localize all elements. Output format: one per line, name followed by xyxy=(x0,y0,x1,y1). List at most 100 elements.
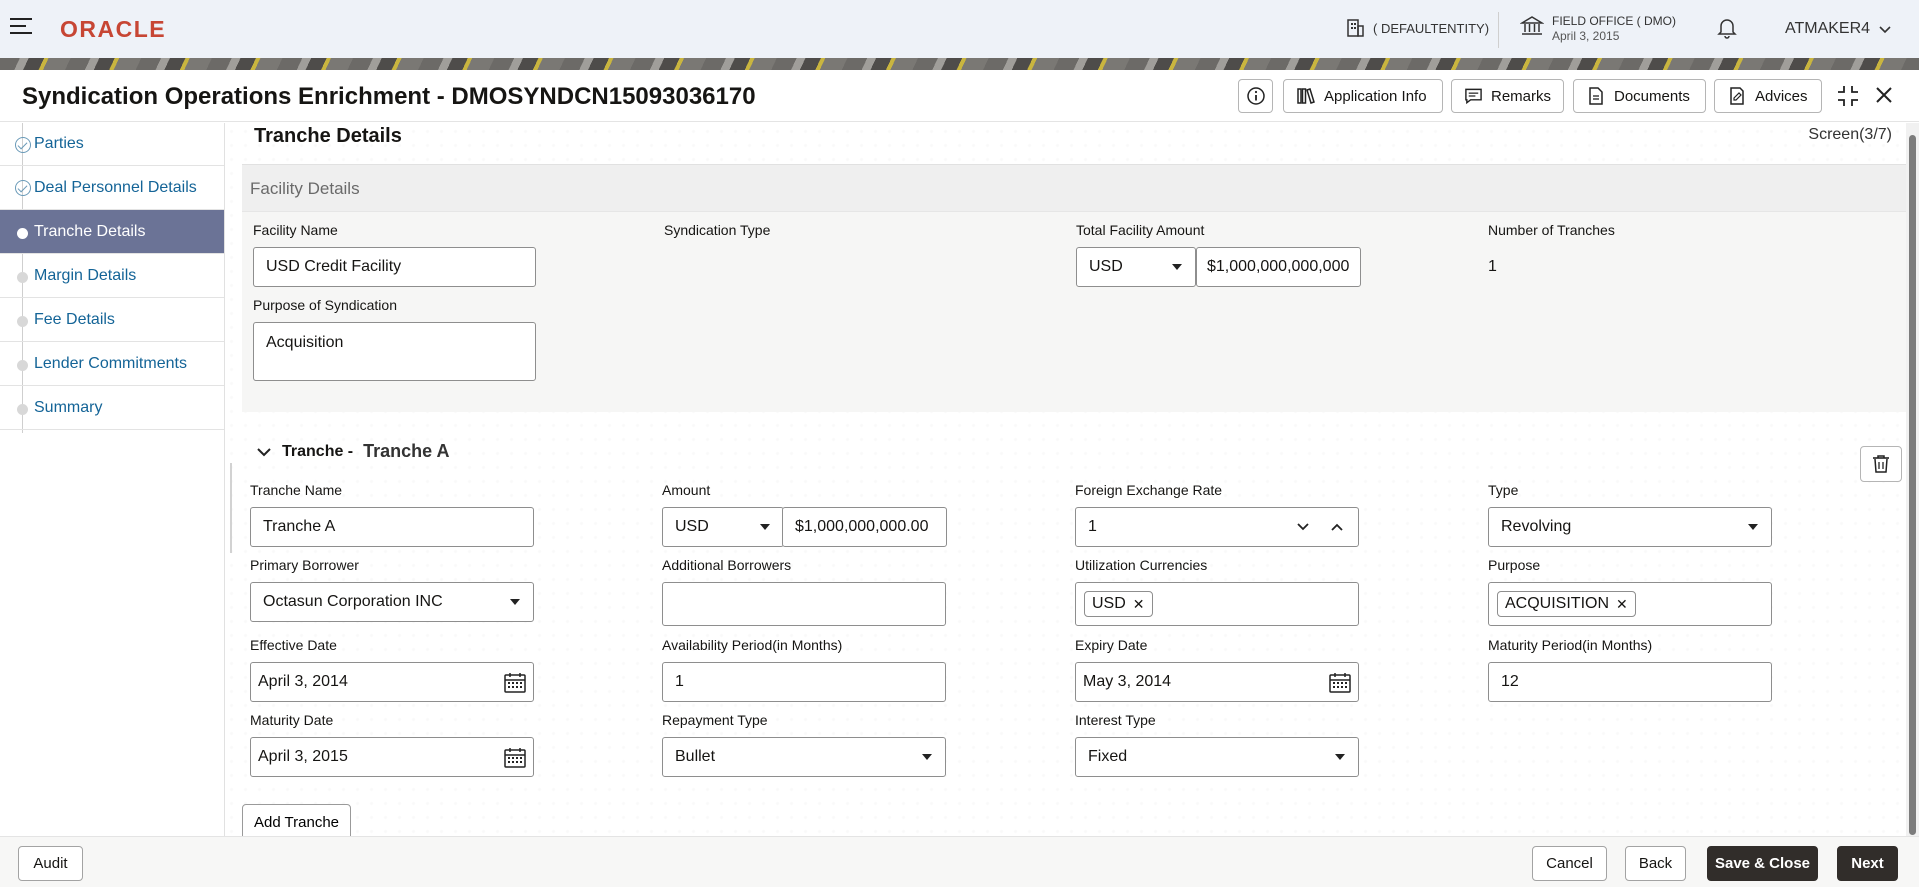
calendar-icon[interactable] xyxy=(1328,672,1352,694)
utilization-currencies-field[interactable]: USD ✕ xyxy=(1075,582,1359,626)
purpose-of-syndication-value: Acquisition xyxy=(266,334,344,351)
additional-borrowers-label: Additional Borrowers xyxy=(662,557,792,573)
save-close-button[interactable]: Save & Close xyxy=(1707,846,1818,881)
maturity-date-field[interactable]: April 3, 2015 xyxy=(250,737,534,777)
comment-icon xyxy=(1465,88,1482,105)
step-lender-commitments[interactable]: Lender Commitments xyxy=(0,342,224,386)
type-select[interactable]: Revolving xyxy=(1488,507,1772,547)
step-dot-icon xyxy=(17,316,28,327)
dropdown-arrow-icon xyxy=(1172,264,1182,270)
info-button[interactable] xyxy=(1238,79,1273,113)
tranche-header[interactable]: Tranche - Tranche A xyxy=(256,441,450,462)
dropdown-arrow-icon xyxy=(922,754,932,760)
availability-period-label: Availability Period(in Months) xyxy=(662,637,843,653)
purpose-of-syndication-field[interactable]: Acquisition xyxy=(253,322,536,381)
step-dot-icon xyxy=(17,360,28,371)
step-label: Deal Personnel Details xyxy=(34,178,197,196)
delete-icon xyxy=(1873,455,1889,473)
step-deal-personnel-details[interactable]: Deal Personnel Details xyxy=(0,166,224,210)
user-menu[interactable]: ATMAKER4 xyxy=(1785,20,1870,38)
step-parties[interactable]: Parties xyxy=(0,123,224,166)
advices-button[interactable]: Advices xyxy=(1714,79,1822,113)
amount-value: $1,000,000,000.00 xyxy=(795,518,929,535)
currency-chip: USD ✕ xyxy=(1084,591,1153,617)
primary-borrower-label: Primary Borrower xyxy=(250,557,359,573)
fx-rate-label: Foreign Exchange Rate xyxy=(1075,482,1223,498)
purpose-field[interactable]: ACQUISITION ✕ xyxy=(1488,582,1772,626)
title-bar: Syndication Operations Enrichment - DMOS… xyxy=(0,70,1919,122)
branch-selector[interactable]: FIELD OFFICE ( DMO) April 3, 2015 xyxy=(1520,14,1676,43)
repayment-type-select[interactable]: Bullet xyxy=(662,737,946,777)
step-tranche-details[interactable]: Tranche Details xyxy=(0,210,224,254)
step-margin-details[interactable]: Margin Details xyxy=(0,254,224,298)
repayment-type-label: Repayment Type xyxy=(662,712,768,728)
step-label: Fee Details xyxy=(34,310,115,328)
tranche-name-field[interactable]: Tranche A xyxy=(250,507,534,547)
fx-rate-field[interactable]: 1 xyxy=(1075,507,1359,547)
facility-name-field[interactable]: USD Credit Facility xyxy=(253,247,536,287)
tranche-heading-label: Tranche - xyxy=(282,442,354,460)
chevron-down-icon[interactable] xyxy=(1878,22,1892,39)
effective-date-field[interactable]: April 3, 2014 xyxy=(250,662,534,702)
section-title: Tranche Details xyxy=(254,125,402,147)
scrollbar-thumb[interactable] xyxy=(1909,135,1916,835)
maturity-period-field[interactable]: 12 xyxy=(1488,662,1772,702)
maturity-date-value: April 3, 2015 xyxy=(258,748,348,765)
notification-bell-icon[interactable] xyxy=(1717,17,1737,43)
documents-label: Documents xyxy=(1614,87,1690,105)
audit-button[interactable]: Audit xyxy=(18,846,83,881)
additional-borrowers-field[interactable] xyxy=(662,582,946,626)
add-tranche-button[interactable]: Add Tranche xyxy=(242,804,351,836)
hamburger-menu-icon[interactable] xyxy=(10,18,32,40)
document-icon xyxy=(1589,87,1603,105)
back-button[interactable]: Back xyxy=(1625,846,1686,881)
fx-rate-value: 1 xyxy=(1088,518,1097,535)
dropdown-arrow-icon xyxy=(760,524,770,530)
branch-name: FIELD OFFICE ( DMO) xyxy=(1552,14,1676,28)
facility-name-label: Facility Name xyxy=(253,222,338,238)
step-label: Lender Commitments xyxy=(34,354,187,372)
primary-borrower-value: Octasun Corporation INC xyxy=(263,593,443,610)
purpose-label: Purpose xyxy=(1488,557,1541,573)
expiry-date-field[interactable]: May 3, 2014 xyxy=(1075,662,1359,702)
increment-chevron-icon[interactable] xyxy=(1330,522,1344,532)
primary-borrower-select[interactable]: Octasun Corporation INC xyxy=(250,582,534,622)
expiry-date-label: Expiry Date xyxy=(1075,637,1148,653)
decrement-chevron-icon[interactable] xyxy=(1296,522,1310,532)
step-dot-icon xyxy=(17,272,28,283)
total-facility-amount-value: $1,000,000,000,000 xyxy=(1207,258,1350,275)
remove-chip-icon[interactable]: ✕ xyxy=(1133,596,1145,613)
remarks-button[interactable]: Remarks xyxy=(1451,79,1564,113)
next-button[interactable]: Next xyxy=(1837,846,1898,881)
number-of-tranches-label: Number of Tranches xyxy=(1488,222,1615,238)
total-currency-value: USD xyxy=(1089,258,1123,275)
utilization-currencies-label: Utilization Currencies xyxy=(1075,557,1208,573)
interest-type-select[interactable]: Fixed xyxy=(1075,737,1359,777)
amount-currency-select[interactable]: USD xyxy=(662,507,784,547)
availability-period-field[interactable]: 1 xyxy=(662,662,946,702)
remove-chip-icon[interactable]: ✕ xyxy=(1616,596,1628,613)
amount-field[interactable]: $1,000,000,000.00 xyxy=(782,507,947,547)
step-fee-details[interactable]: Fee Details xyxy=(0,298,224,342)
documents-button[interactable]: Documents xyxy=(1573,79,1706,113)
application-info-button[interactable]: Application Info xyxy=(1283,79,1443,113)
cancel-button[interactable]: Cancel xyxy=(1532,846,1607,881)
total-facility-amount-field[interactable]: $1,000,000,000,000 xyxy=(1196,247,1361,287)
close-icon[interactable] xyxy=(1873,84,1895,110)
check-circle-icon xyxy=(15,180,31,196)
purpose-chip-label: ACQUISITION xyxy=(1505,595,1610,612)
dropdown-arrow-icon xyxy=(510,599,520,605)
fullscreen-icon[interactable] xyxy=(1836,84,1860,112)
chevron-down-icon[interactable] xyxy=(256,446,272,458)
screen-indicator: Screen(3/7) xyxy=(1808,126,1892,143)
tranche-name-label: Tranche Name xyxy=(250,482,343,498)
calendar-icon[interactable] xyxy=(503,672,527,694)
entity-selector[interactable]: ( DEFAULTENTITY) xyxy=(1345,18,1489,38)
step-summary[interactable]: Summary xyxy=(0,386,224,430)
vertical-scrollbar[interactable] xyxy=(1906,123,1919,836)
advice-icon xyxy=(1730,87,1744,105)
total-currency-select[interactable]: USD xyxy=(1076,247,1196,287)
calendar-icon[interactable] xyxy=(503,747,527,769)
tranche-name-value: Tranche A xyxy=(263,518,336,535)
delete-tranche-button[interactable] xyxy=(1860,446,1902,482)
